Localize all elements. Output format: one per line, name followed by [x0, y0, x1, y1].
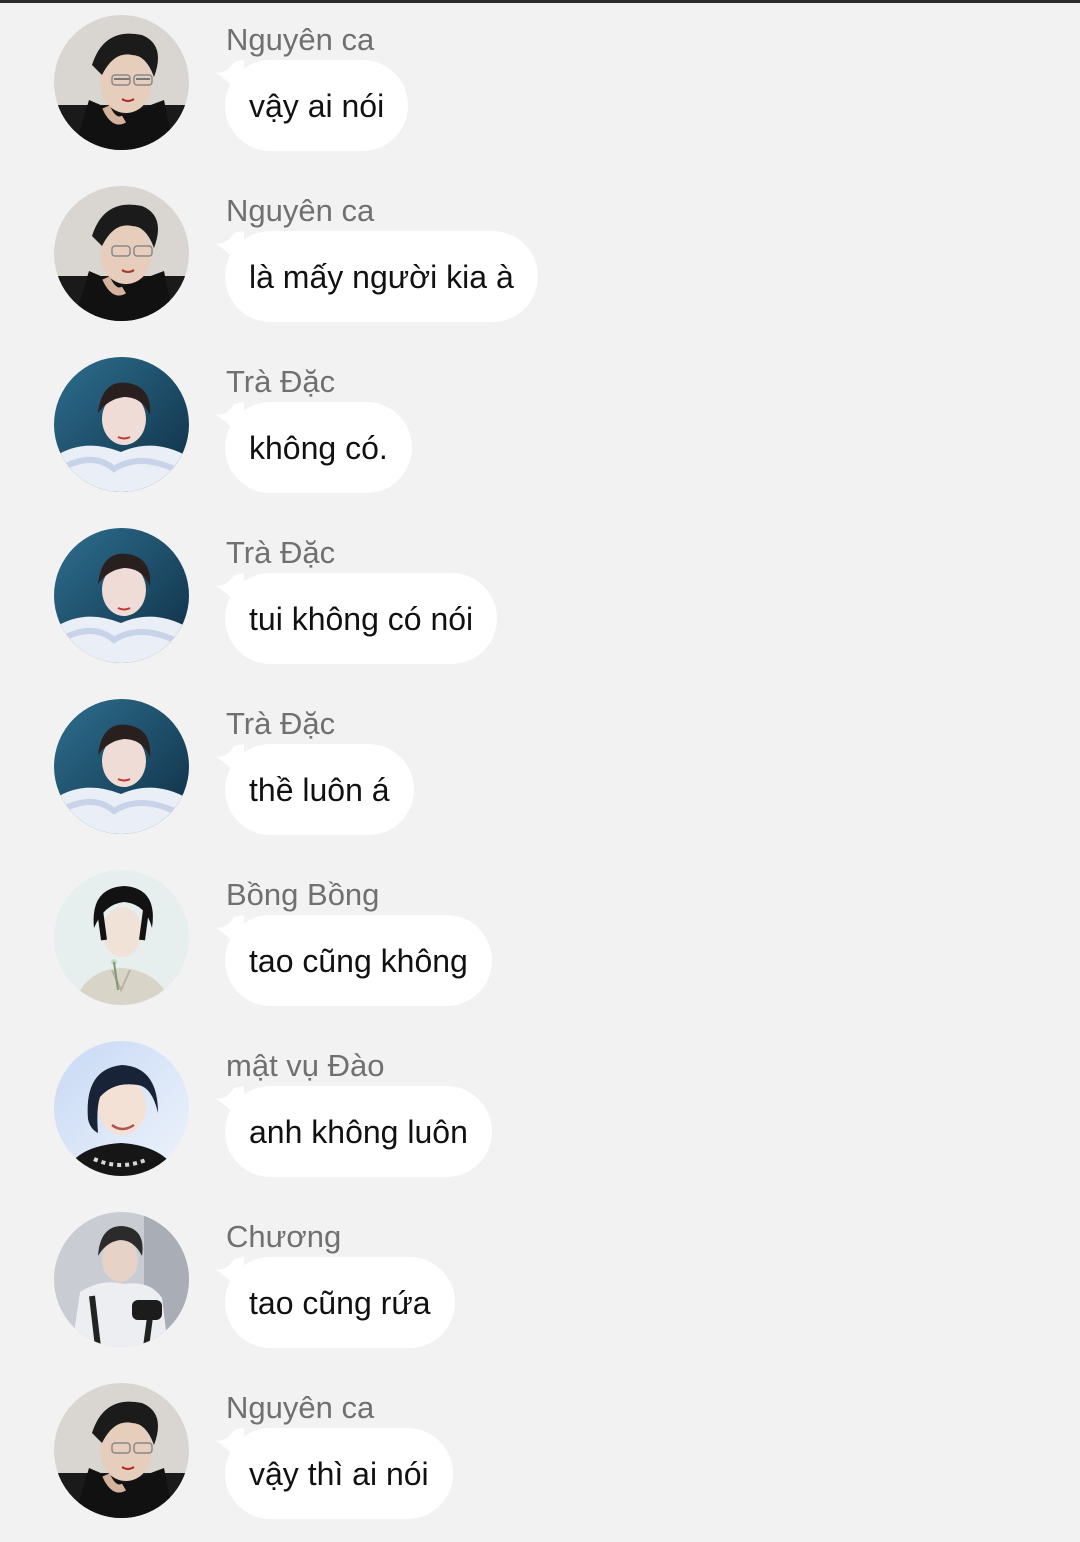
message-bubble[interactable]: là mấy người kia à — [225, 231, 538, 322]
chat-message: Nguyên ca là mấy người kia à — [0, 171, 1080, 342]
chat-message: Bồng Bồng tao cũng không — [0, 855, 1080, 1026]
tra-dac-avatar[interactable] — [54, 699, 189, 834]
mat-vu-dao-avatar[interactable] — [54, 1041, 189, 1176]
message-bubble[interactable]: anh không luôn — [225, 1086, 492, 1177]
tra-dac-avatar[interactable] — [54, 528, 189, 663]
message-text: tao cũng không — [249, 942, 468, 979]
chat-message: Trà Đặc tui không có nói — [0, 513, 1080, 684]
sender-name: Nguyên ca — [226, 1390, 375, 1425]
chat-message: Trà Đặc thề luôn á — [0, 684, 1080, 855]
sender-name: Chương — [226, 1219, 342, 1254]
chat-message: Nguyên ca vậy ai nói — [0, 0, 1080, 171]
sender-name: Trà Đặc — [226, 364, 336, 399]
message-text: thề luôn á — [249, 771, 390, 808]
sender-name: mật vụ Đào — [226, 1048, 385, 1083]
nguyen-ca-avatar[interactable] — [54, 186, 189, 321]
message-bubble[interactable]: không có. — [225, 402, 412, 493]
message-bubble[interactable]: tao cũng rứa — [225, 1257, 455, 1348]
chuong-avatar[interactable] — [54, 1212, 189, 1347]
chat-message-list[interactable]: Nguyên ca vậy ai nói Nguyên ca là mấy ng… — [0, 0, 1080, 1542]
chat-message: mật vụ Đào anh không luôn — [0, 1026, 1080, 1197]
sender-name: Trà Đặc — [226, 535, 336, 570]
chat-message: Chương tao cũng rứa — [0, 1197, 1080, 1368]
nguyen-ca-avatar[interactable] — [54, 15, 189, 150]
sender-name: Nguyên ca — [226, 22, 375, 57]
message-bubble[interactable]: vậy thì ai nói — [225, 1428, 453, 1519]
message-text: vậy thì ai nói — [249, 1455, 429, 1492]
message-text: anh không luôn — [249, 1113, 468, 1150]
message-bubble[interactable]: vậy ai nói — [225, 60, 409, 151]
tra-dac-avatar[interactable] — [54, 357, 189, 492]
message-text: không có. — [249, 429, 388, 466]
message-text: vậy ai nói — [249, 87, 385, 124]
message-text: là mấy người kia à — [249, 258, 514, 295]
message-bubble[interactable]: tao cũng không — [225, 915, 492, 1006]
message-text: tao cũng rứa — [249, 1284, 431, 1321]
sender-name: Bồng Bồng — [226, 877, 380, 912]
bong-bong-avatar[interactable] — [54, 870, 189, 1005]
sender-name: Nguyên ca — [226, 193, 375, 228]
chat-message: Trà Đặc không có. — [0, 342, 1080, 513]
message-text: tui không có nói — [249, 600, 474, 637]
sender-name: Trà Đặc — [226, 706, 336, 741]
nguyen-ca-avatar[interactable] — [54, 1383, 189, 1518]
message-bubble[interactable]: tui không có nói — [225, 573, 498, 664]
chat-message: Nguyên ca vậy thì ai nói — [0, 1368, 1080, 1539]
message-bubble[interactable]: thề luôn á — [225, 744, 414, 835]
